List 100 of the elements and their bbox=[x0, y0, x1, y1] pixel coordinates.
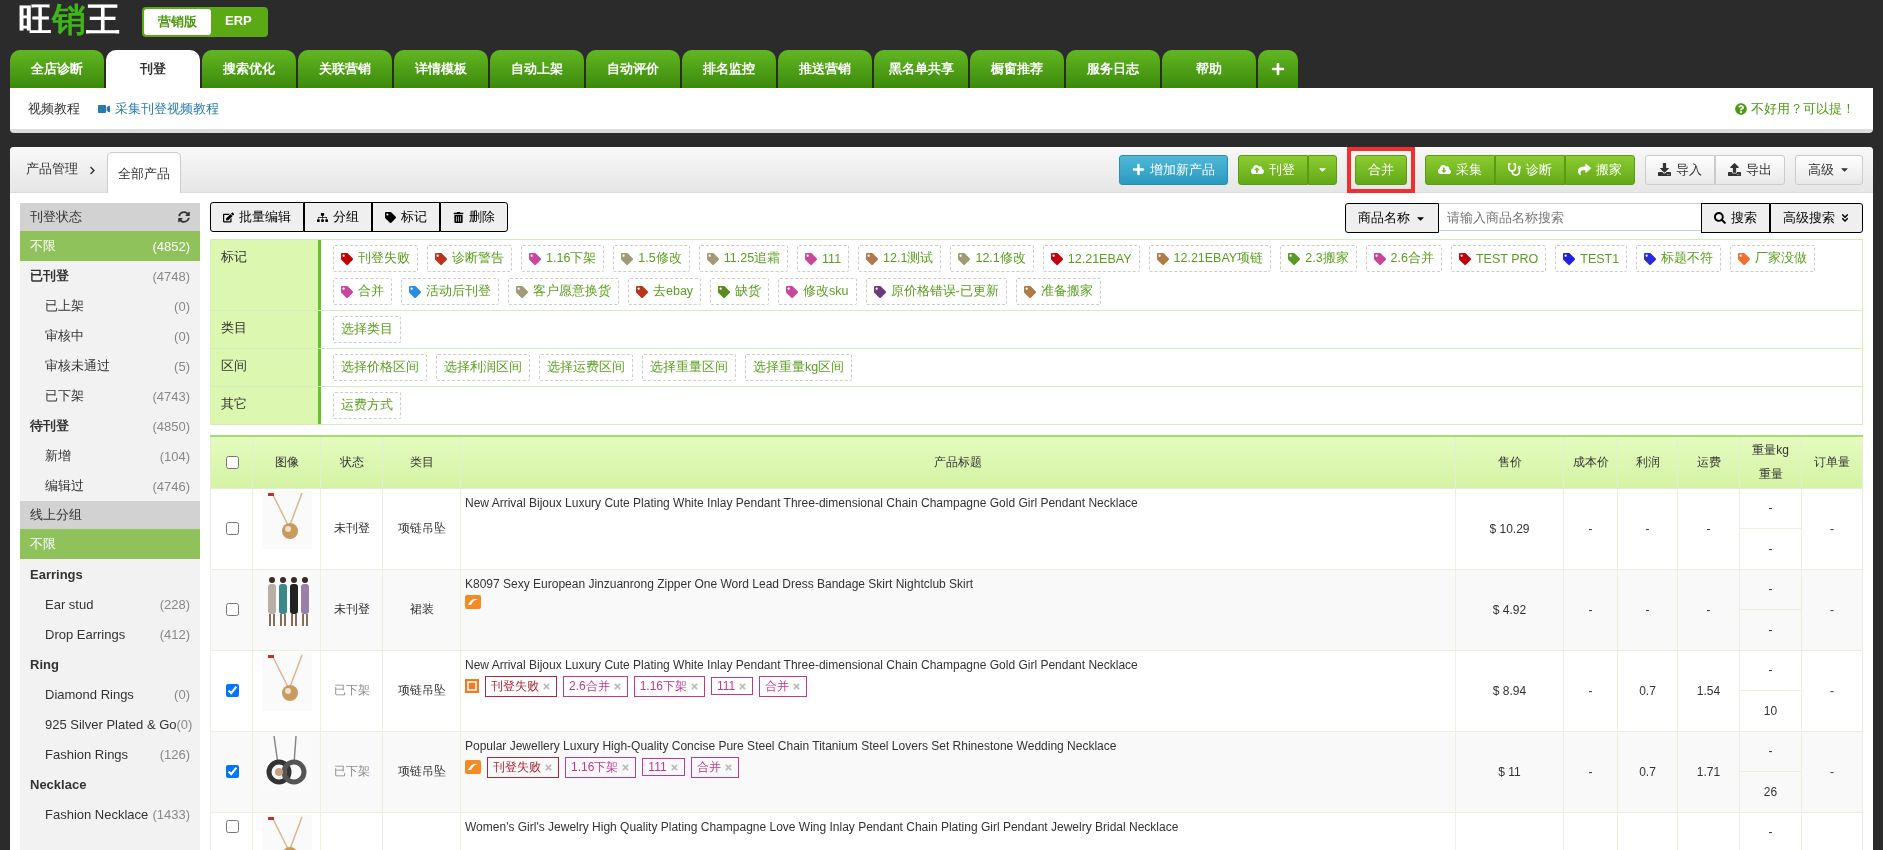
nav-tab[interactable]: 关联营销 bbox=[298, 50, 392, 88]
sidebar-item[interactable]: 已刊登 (4748) bbox=[20, 261, 200, 291]
select-all-checkbox[interactable] bbox=[225, 455, 239, 469]
sidebar-item[interactable]: 不限 (4852) bbox=[20, 231, 200, 261]
filter-option[interactable]: 运费方式 bbox=[333, 392, 401, 419]
nav-tab[interactable]: 推送营销 bbox=[778, 50, 872, 88]
tag-filter[interactable]: 准备搬家 bbox=[1015, 278, 1101, 305]
product-tag[interactable]: 刊登失败 bbox=[487, 756, 559, 778]
product-tag[interactable]: 111 bbox=[642, 758, 685, 776]
tag-filter[interactable]: 客户愿意换货 bbox=[508, 278, 619, 305]
breadcrumb-text[interactable]: 产品管理 bbox=[26, 160, 78, 192]
filter-option[interactable]: 选择利润区间 bbox=[436, 354, 530, 381]
nav-tab[interactable]: 橱窗推荐 bbox=[970, 50, 1064, 88]
product-tag[interactable]: 1.16下架 bbox=[565, 756, 637, 778]
edition-option[interactable]: 营销版 bbox=[144, 9, 211, 35]
product-tag[interactable]: 合并 bbox=[759, 675, 808, 697]
nav-tab[interactable]: 排名监控 bbox=[682, 50, 776, 88]
nav-tab[interactable]: 黑名单共享 bbox=[874, 50, 968, 88]
tutorial-link[interactable]: 采集刊登视频教程 bbox=[98, 99, 219, 118]
product-tag[interactable]: 2.6合并 bbox=[563, 675, 628, 697]
tag-filter[interactable]: 标题不符 bbox=[1636, 245, 1722, 272]
sidebar-item[interactable]: Fashion Rings (126) bbox=[20, 739, 200, 769]
sidebar-item[interactable]: 已上架 (0) bbox=[20, 291, 200, 321]
tag-filter[interactable]: 12.21EBAY bbox=[1042, 245, 1140, 272]
tag-filter[interactable]: 12.1测试 bbox=[858, 245, 942, 272]
product-tag[interactable]: 刊登失败 bbox=[485, 675, 557, 697]
sidebar-item[interactable]: 审核中 (0) bbox=[20, 321, 200, 351]
tag-filter[interactable]: 1.5修改 bbox=[613, 245, 690, 272]
tag-filter[interactable]: TEST PRO bbox=[1451, 245, 1547, 272]
tag-filter[interactable]: 刊登失败 bbox=[333, 245, 418, 272]
tag-filter[interactable]: 12.21EBAY项链 bbox=[1148, 245, 1272, 272]
edition-option[interactable]: ERP bbox=[211, 9, 266, 35]
sidebar-item[interactable]: 编辑过 (4746) bbox=[20, 471, 200, 501]
nav-tab[interactable]: 自动上架 bbox=[490, 50, 584, 88]
sidebar-item[interactable]: 不限 bbox=[20, 529, 200, 559]
close-icon[interactable] bbox=[544, 762, 553, 772]
sidebar-item[interactable]: Drop Earrings (412) bbox=[20, 619, 200, 649]
tag-filter[interactable]: 合并 bbox=[333, 278, 392, 305]
row-checkbox[interactable] bbox=[225, 603, 239, 616]
tag-filter[interactable]: 活动后刊登 bbox=[401, 278, 499, 305]
tag-filter[interactable]: TEST1 bbox=[1555, 245, 1628, 272]
product-tag[interactable]: 合并 bbox=[690, 756, 739, 778]
filter-option[interactable]: 选择价格区间 bbox=[333, 354, 427, 381]
sidebar-item[interactable]: 新增 (104) bbox=[20, 441, 200, 471]
product-tag[interactable]: 1.16下架 bbox=[633, 675, 706, 697]
tag-filter[interactable]: 11.25追霜 bbox=[698, 245, 789, 272]
tag-filter[interactable]: 1.16下架 bbox=[521, 245, 605, 272]
tag-filter[interactable]: 原价格错误-已更新 bbox=[865, 278, 1007, 305]
sidebar-item[interactable]: Necklace bbox=[20, 769, 200, 799]
filter-option[interactable]: 选择类目 bbox=[333, 316, 401, 343]
action-button[interactable]: 采集 bbox=[1425, 154, 1495, 185]
action-button[interactable]: 导出 bbox=[1715, 154, 1785, 185]
nav-tab[interactable]: 帮助 bbox=[1162, 50, 1256, 88]
action-button[interactable]: 刊登 bbox=[1238, 154, 1308, 185]
filter-option[interactable]: 选择运费区间 bbox=[539, 354, 633, 381]
action-button[interactable]: 合并 bbox=[1355, 154, 1407, 185]
tag-filter[interactable]: 修改sku bbox=[778, 278, 857, 305]
tag-filter[interactable]: 12.1修改 bbox=[950, 245, 1034, 272]
action-button[interactable]: 搬家 bbox=[1565, 154, 1635, 185]
tag-filter[interactable]: 诊断警告 bbox=[427, 245, 512, 272]
tag-filter[interactable]: 111 bbox=[797, 245, 850, 272]
nav-tab[interactable]: 自动评价 bbox=[586, 50, 680, 88]
sidebar-item[interactable]: Ear stud (228) bbox=[20, 589, 200, 619]
tag-filter[interactable]: 缺货 bbox=[710, 278, 770, 305]
feedback-link[interactable]: 不好用？可以提！ bbox=[1735, 99, 1855, 118]
tag-filter[interactable]: 厂家没做 bbox=[1730, 245, 1816, 272]
search-field[interactable]: 请输入商品名称搜索 bbox=[1439, 203, 1701, 231]
toolbar-button[interactable]: 删除 bbox=[440, 202, 508, 232]
close-icon[interactable] bbox=[669, 762, 679, 772]
search-button[interactable]: 搜索 bbox=[1701, 203, 1770, 233]
action-button[interactable]: 导入 bbox=[1645, 154, 1715, 185]
breadcrumb-tab[interactable]: 全部产品 bbox=[107, 152, 181, 193]
close-icon[interactable] bbox=[621, 762, 631, 772]
nav-tab[interactable]: 刊登 bbox=[106, 50, 200, 88]
close-icon[interactable] bbox=[723, 762, 733, 772]
row-checkbox[interactable] bbox=[225, 819, 239, 833]
tag-filter[interactable]: 2.6合并 bbox=[1365, 245, 1442, 272]
sidebar-item[interactable]: Earrings bbox=[20, 559, 200, 589]
action-button[interactable]: 高级 bbox=[1795, 154, 1863, 185]
nav-tab[interactable]: 服务日志 bbox=[1066, 50, 1160, 88]
close-icon[interactable] bbox=[690, 681, 700, 691]
row-checkbox[interactable] bbox=[225, 765, 239, 778]
sidebar-item[interactable]: 已下架 (4743) bbox=[20, 381, 200, 411]
sidebar-item[interactable]: Ring bbox=[20, 649, 200, 679]
refresh-icon[interactable] bbox=[178, 211, 190, 223]
close-icon[interactable] bbox=[738, 681, 748, 691]
nav-tab[interactable]: 搜索优化 bbox=[202, 50, 296, 88]
toolbar-button[interactable]: 标记 bbox=[372, 202, 440, 232]
sidebar-item[interactable]: 审核未通过 (5) bbox=[20, 351, 200, 381]
tag-filter[interactable]: 2.3搬家 bbox=[1280, 245, 1357, 272]
nav-tab[interactable]: 全店诊断 bbox=[10, 50, 104, 88]
sidebar-item[interactable]: Fashion Necklace (1433) bbox=[20, 799, 200, 829]
filter-option[interactable]: 选择重量区间 bbox=[642, 354, 736, 381]
product-title[interactable]: New Arrival Bijoux Luxury Cute Plating White Inlay Pendant Three-dimensional Chain Champagne Gold Girl Pendant Necklace bbox=[465, 656, 1451, 673]
sidebar-item[interactable]: Diamond Rings (0) bbox=[20, 679, 200, 709]
nav-tab[interactable]: 详情模板 bbox=[394, 50, 488, 88]
product-tag[interactable]: 111 bbox=[711, 677, 754, 695]
action-button[interactable]: 增加新产品 bbox=[1119, 154, 1228, 185]
dropdown-button[interactable] bbox=[1308, 154, 1337, 185]
row-checkbox[interactable] bbox=[225, 522, 239, 535]
